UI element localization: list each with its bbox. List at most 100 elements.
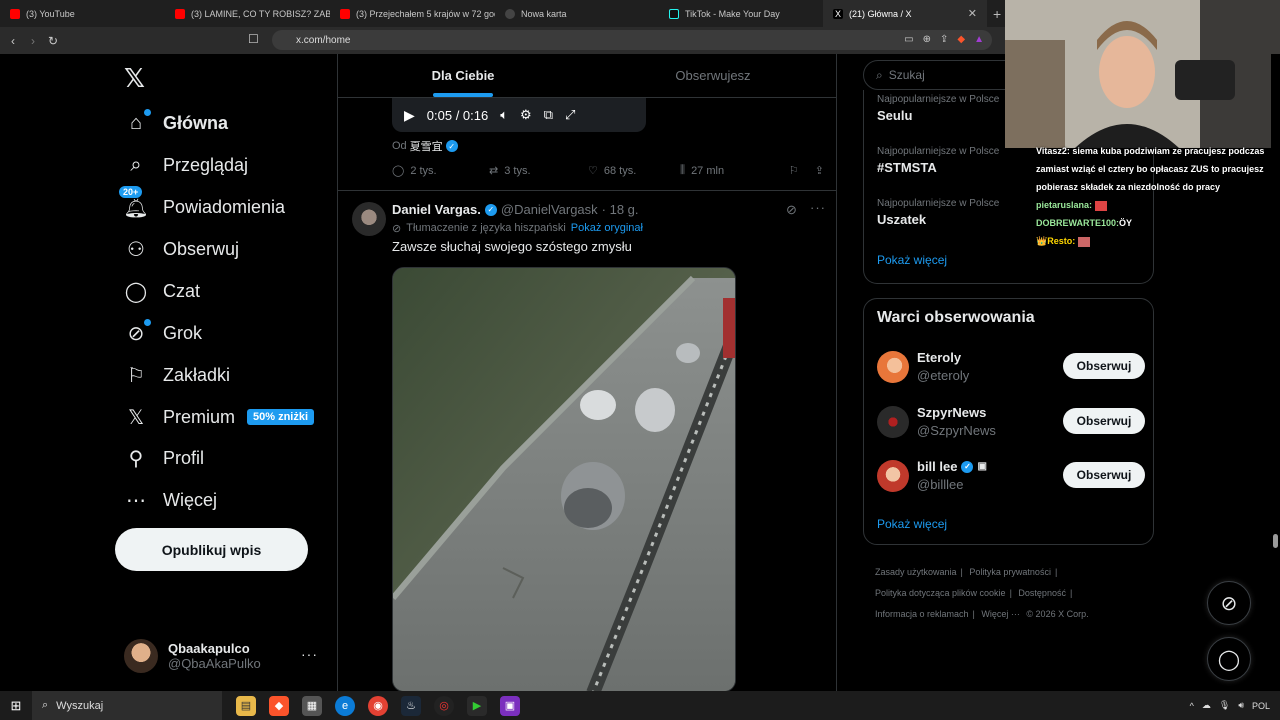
browser-tab[interactable]: (3) Przejechałem 5 krajów w 72 godz [330,0,495,27]
views-button[interactable]: ⫼ 27 mln [680,164,780,177]
account-switcher[interactable]: Qbaakapulco @QbaAkaPulko ··· [124,638,324,674]
show-more-trends-link[interactable]: Pokaż więcej [877,253,947,267]
tray-chevron-icon[interactable]: ^ [1190,701,1194,711]
source-name[interactable]: 夏雪宜 [410,138,443,154]
trend-item[interactable]: Najpopularniejsze w Polsce #STMSTA [877,146,999,175]
grok-fab-button[interactable]: ⊘ [1207,581,1251,625]
chat-app-icon[interactable]: ▣ [500,695,520,716]
forward-icon[interactable]: › [23,34,43,48]
taskbar-search[interactable]: ⌕ Wyszukaj [32,691,222,720]
grok-icon: ⊘ [124,319,151,345]
footer-link[interactable]: Informacja o reklamach [875,609,969,619]
steam-icon[interactable]: ♨ [401,695,421,716]
chrome-icon[interactable]: ◉ [368,695,388,716]
repost-button[interactable]: ⇄ 3 tys. [489,164,588,178]
tab-following[interactable]: Obserwujesz [588,54,836,97]
tab-for-you[interactable]: Dla Ciebie [338,54,588,97]
grok-icon[interactable]: ⊘ [786,202,797,218]
cloud-icon[interactable]: ☁ [1202,700,1211,711]
tab-title: Nowa karta [521,8,567,19]
share-icon[interactable]: ⇪ [815,164,824,177]
share-icon[interactable]: ⇪ [940,34,948,45]
settings-icon[interactable]: ⚙ [520,107,532,123]
scrollbar-thumb[interactable] [1273,534,1278,548]
play-icon[interactable]: ▶ [404,107,415,124]
close-tab-icon[interactable]: ✕ [968,7,977,20]
footer-link[interactable]: Polityka dotycząca plików cookie [875,588,1006,598]
nav-premium[interactable]: 𝕏 Premium 50% zniżki [124,402,315,432]
file-explorer-icon[interactable]: ▤ [236,695,256,716]
bookmark-icon[interactable]: ⚐ [789,164,799,177]
trend-item[interactable]: Najpopularniejsze w Polsce Uszatek [877,198,999,227]
follow-suggestion[interactable]: Eteroly @eteroly Obserwuj [877,349,1145,387]
nav-grok[interactable]: ⊘ Grok [124,318,202,348]
microphone-icon[interactable]: 🎙︎ [1219,700,1230,711]
fullscreen-icon[interactable]: ⤢ [565,107,575,123]
follow-button[interactable]: Obserwuj [1063,408,1145,434]
browser-tab-active[interactable]: X (21) Główna / X ✕ [823,0,987,27]
nav-home[interactable]: ⌂ Główna [124,108,228,138]
author-handle[interactable]: @DanielVargask [501,202,598,217]
nav-bookmarks[interactable]: ⚐ Zakładki [124,360,230,390]
nav-label: Zakładki [163,364,231,385]
page-scrollbar[interactable] [1271,54,1280,691]
heart-icon: ♡ [588,165,598,177]
post-time[interactable]: · 18 g. [602,202,639,217]
media-player-icon[interactable]: ▶ [467,695,487,716]
browser-tab[interactable]: Nowa karta [495,0,659,27]
browser-tab[interactable]: (3) YouTube [0,0,165,27]
nav-profile[interactable]: ⚲ Profil [124,443,204,473]
follow-button[interactable]: Obserwuj [1063,353,1145,379]
pip-icon[interactable]: ⧉ [544,107,553,123]
nav-notifications[interactable]: 🔔︎ 20+ Powiadomienia [118,185,285,222]
footer-link[interactable]: Zasady użytkowania [875,567,957,577]
post-header: Daniel Vargas. ✓ @DanielVargask · 18 g. [392,202,639,217]
footer-link[interactable]: Dostępność [1018,588,1066,598]
follow-suggestion[interactable]: bill lee ✓ ▣ @billlee Obserwuj [877,458,1145,496]
reply-button[interactable]: ◯ 2 tys. [392,164,489,178]
brave-icon[interactable]: ◆ [269,695,289,716]
reload-icon[interactable]: ↻ [43,34,63,48]
footer-link[interactable]: Polityka prywatności [969,567,1051,577]
chat-text: Vitasz2: siema kuba podziwiam ze pracuje… [1036,146,1265,192]
show-more-follow-link[interactable]: Pokaż więcej [877,517,947,531]
volume-icon[interactable]: 🔊︎ [1238,700,1244,711]
address-bar[interactable]: x.com/home ▭ ⊕ ⇪ ◆ ▲ [272,30,992,50]
like-button[interactable]: ♡ 68 tys. [588,164,680,178]
author-name[interactable]: Daniel Vargas. [392,202,481,217]
cast-icon[interactable]: ▭ [904,34,913,45]
messages-fab-button[interactable]: ◯ [1207,637,1251,681]
brave-rewards-icon[interactable]: ▲ [974,34,984,45]
show-original-link[interactable]: Pokaż oryginał [571,222,643,235]
follow-suggestion[interactable]: SzpyrNews @SzpyrNews Obserwuj [877,404,1145,442]
brave-shield-icon[interactable]: ◆ [957,34,965,45]
tab-title: (21) Główna / X [849,8,912,19]
bookmark-page-icon[interactable]: ☐ [248,32,259,46]
x-logo-icon[interactable]: 𝕏 [124,64,145,94]
nav-explore[interactable]: ⌕ Przeglądaj [124,150,248,180]
nav-more[interactable]: ⋯ Więcej [124,485,217,515]
avatar[interactable] [352,202,386,236]
volume-icon[interactable]: 🔈︎ [500,107,508,123]
follow-button[interactable]: Obserwuj [1063,462,1145,488]
post-text: Zawsze słuchaj swojego szóstego zmysłu [392,239,632,254]
verified-icon: ✓ [961,460,974,473]
more-icon[interactable]: ··· [810,200,826,215]
nav-chat[interactable]: ◯ Czat [124,276,200,306]
zoom-icon[interactable]: ⊕ [923,34,931,45]
windows-start-icon[interactable]: ⊞ [0,698,32,714]
post[interactable]: Daniel Vargas. ✓ @DanielVargask · 18 g. … [338,191,836,691]
language-indicator[interactable]: POL [1252,701,1270,711]
browser-tab[interactable]: (3) LAMINE, CO TY ROBISZ? ZABAWA [165,0,330,27]
back-icon[interactable]: ‹ [3,34,23,48]
browser-tab[interactable]: TikTok - Make Your Day [659,0,823,27]
post-video[interactable] [392,267,736,691]
post-button[interactable]: Opublikuj wpis [115,528,308,571]
nav-follow[interactable]: ⚇ Obserwuj [124,234,239,264]
trend-item[interactable]: Najpopularniejsze w Polsce Seulu [877,94,999,123]
more-icon[interactable]: ··· [301,646,318,662]
footer-link[interactable]: Więcej ··· [981,609,1020,619]
app-icon[interactable]: ▦ [302,695,322,716]
obs-icon[interactable]: ◎ [434,695,454,716]
edge-icon[interactable]: e [335,695,355,716]
